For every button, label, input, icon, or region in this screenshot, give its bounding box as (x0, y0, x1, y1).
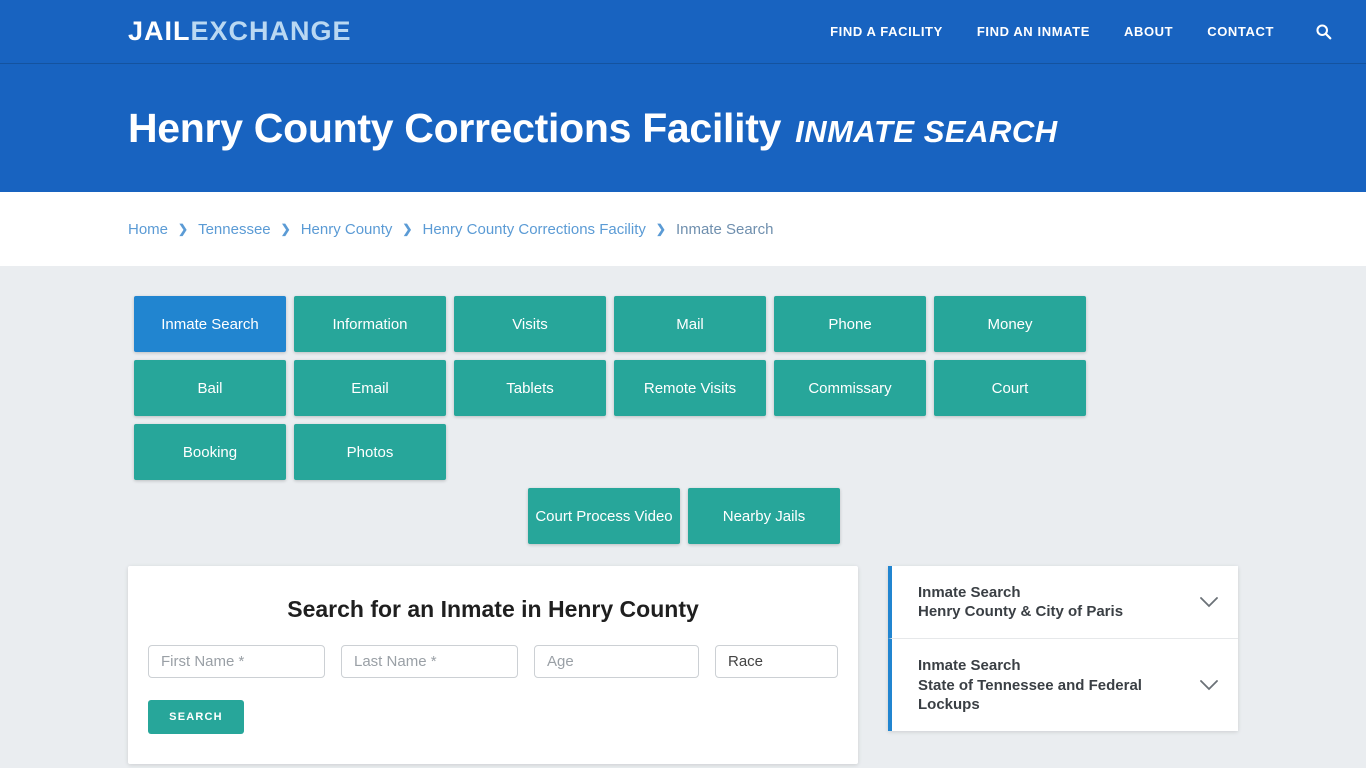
accordion-item-title: Inmate Search (918, 657, 1021, 675)
breadcrumb-item-henry-county[interactable]: Henry County (301, 221, 393, 238)
tab-court[interactable]: Court (934, 360, 1086, 416)
breadcrumb-separator-icon: ❯ (280, 222, 291, 236)
sidebar-column: Inmate Search Henry County & City of Par… (888, 566, 1238, 731)
breadcrumb-item-home[interactable]: Home (128, 221, 168, 238)
inmate-search-accordion: Inmate Search Henry County & City of Par… (888, 566, 1238, 731)
inmate-search-card: Search for an Inmate in Henry County Rac… (128, 566, 858, 764)
accordion-item-title: Inmate Search (918, 584, 1021, 601)
facility-tabs-row-3: Court Process Video Nearby Jails (134, 488, 1234, 544)
search-icon[interactable] (1312, 21, 1334, 43)
tab-tablets[interactable]: Tablets (454, 360, 606, 416)
chevron-down-icon[interactable] (1198, 679, 1220, 691)
tab-visits[interactable]: Visits (454, 296, 606, 352)
accordion-item-state-federal[interactable]: Inmate Search State of Tennessee and Fed… (888, 639, 1238, 731)
breadcrumb-separator-icon: ❯ (402, 222, 413, 236)
main-column: Search for an Inmate in Henry County Rac… (128, 566, 858, 768)
facility-tabs: Inmate Search Information Visits Mail Ph… (134, 296, 1234, 544)
breadcrumb-separator-icon: ❯ (655, 222, 666, 236)
tab-remote-visits[interactable]: Remote Visits (614, 360, 766, 416)
race-select[interactable]: Race (715, 645, 838, 678)
breadcrumb-bar: Home ❯ Tennessee ❯ Henry County ❯ Henry … (0, 192, 1366, 266)
search-heading: Search for an Inmate in Henry County (287, 596, 699, 622)
logo-text-exchange: EXCHANGE (190, 16, 352, 46)
nav-item-find-a-facility[interactable]: FIND A FACILITY (830, 24, 943, 39)
accordion-item-subtitle: State of Tennessee and Federal Lockups (918, 676, 1142, 713)
breadcrumb-item-current: Inmate Search (675, 220, 774, 238)
accordion-item-text: Inmate Search Henry County & City of Par… (918, 583, 1198, 621)
tab-commissary[interactable]: Commissary (774, 360, 926, 416)
chevron-down-icon[interactable] (1198, 596, 1220, 608)
tab-nearby-jails[interactable]: Nearby Jails (688, 488, 840, 544)
breadcrumb-separator-icon: ❯ (178, 222, 189, 236)
last-name-input[interactable] (341, 645, 518, 678)
site-header: JAILEXCHANGE FIND A FACILITY FIND AN INM… (0, 0, 1366, 64)
breadcrumb-item-facility[interactable]: Henry County Corrections Facility (422, 221, 645, 238)
accordion-item-text: Inmate Search State of Tennessee and Fed… (918, 656, 1198, 714)
accordion-item-henry-county[interactable]: Inmate Search Henry County & City of Par… (888, 566, 1238, 640)
age-input[interactable] (534, 645, 699, 678)
tab-email[interactable]: Email (294, 360, 446, 416)
tab-phone[interactable]: Phone (774, 296, 926, 352)
main-navigation: FIND A FACILITY FIND AN INMATE ABOUT CON… (830, 21, 1334, 43)
tab-mail[interactable]: Mail (614, 296, 766, 352)
tab-bail[interactable]: Bail (134, 360, 286, 416)
breadcrumb: Home ❯ Tennessee ❯ Henry County ❯ Henry … (128, 221, 774, 238)
search-fields-row: Race (148, 645, 838, 678)
breadcrumb-item-tennessee[interactable]: Tennessee (198, 221, 271, 238)
tab-information[interactable]: Information (294, 296, 446, 352)
site-logo[interactable]: JAILEXCHANGE (128, 18, 352, 45)
nav-item-about[interactable]: ABOUT (1124, 24, 1173, 39)
logo-text-jail: JAIL (128, 16, 191, 46)
tab-court-process-video[interactable]: Court Process Video (528, 488, 680, 544)
search-button[interactable]: SEARCH (148, 700, 244, 734)
first-name-input[interactable] (148, 645, 325, 678)
content-columns: Search for an Inmate in Henry County Rac… (128, 566, 1366, 768)
page-content: Inmate Search Information Visits Mail Ph… (0, 266, 1366, 768)
page-hero: Henry County Corrections Facility INMATE… (0, 64, 1366, 192)
page-title: Henry County Corrections Facility (128, 104, 782, 151)
page-title-suffix: INMATE SEARCH (795, 113, 1058, 149)
tab-booking[interactable]: Booking (134, 424, 286, 480)
tab-inmate-search[interactable]: Inmate Search (134, 296, 286, 352)
tab-money[interactable]: Money (934, 296, 1086, 352)
accordion-item-subtitle: Henry County & City of Paris (918, 603, 1124, 621)
tab-photos[interactable]: Photos (294, 424, 446, 480)
nav-item-find-an-inmate[interactable]: FIND AN INMATE (977, 24, 1090, 39)
nav-item-contact[interactable]: CONTACT (1207, 24, 1274, 39)
